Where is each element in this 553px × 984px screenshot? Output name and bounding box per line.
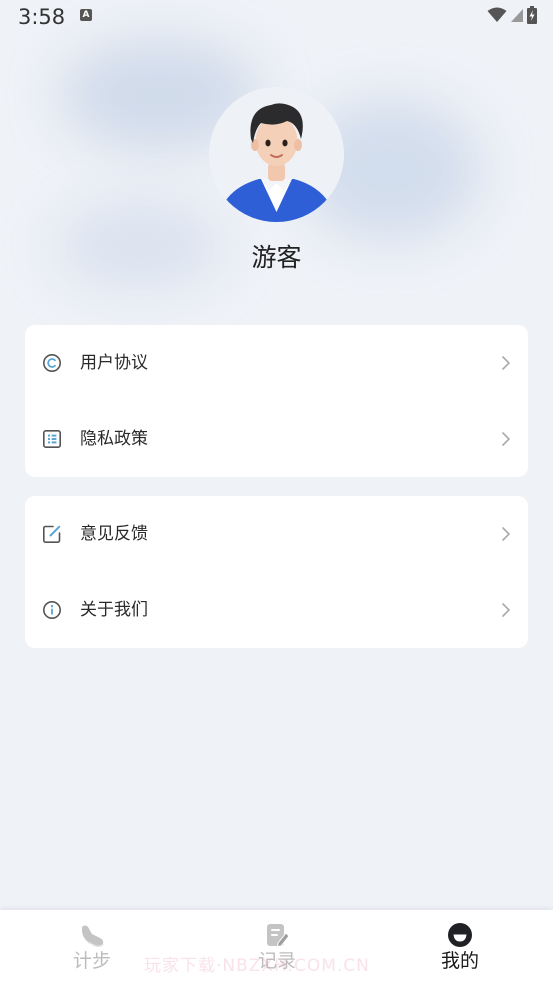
- chevron-right-icon: [502, 432, 510, 446]
- chevron-right-icon: [502, 356, 510, 370]
- menu-card-support: 意见反馈 关于我们: [25, 496, 528, 648]
- signal-icon: [511, 9, 523, 22]
- smiley-face-icon: [448, 923, 472, 947]
- menu-item-label: 隐私政策: [80, 429, 148, 449]
- menu-card-agreements: 用户协议 隐私政策: [25, 325, 528, 477]
- battery-charging-icon: [527, 6, 537, 24]
- menu-item-feedback[interactable]: 意见反馈: [25, 496, 528, 572]
- notification-badge: A: [80, 9, 92, 21]
- bottom-tab-bar: 计步 记录 我的: [0, 910, 553, 984]
- menu-item-label: 关于我们: [80, 600, 148, 620]
- menu-item-about-us[interactable]: 关于我们: [25, 572, 528, 648]
- chevron-right-icon: [502, 527, 510, 541]
- status-time: 3:58: [18, 5, 66, 29]
- tab-mine[interactable]: 我的: [400, 910, 520, 984]
- tab-label: 我的: [440, 950, 479, 972]
- list-document-icon: [42, 429, 61, 448]
- tab-label: 计步: [72, 950, 111, 972]
- tab-steps[interactable]: 计步: [32, 910, 152, 984]
- person-avatar-icon: [209, 87, 344, 222]
- menu-item-label: 意见反馈: [80, 524, 148, 544]
- chevron-right-icon: [502, 603, 510, 617]
- menu-item-user-agreement[interactable]: 用户协议: [25, 325, 528, 401]
- info-icon: [43, 601, 61, 619]
- status-bar: 3:58 A: [0, 0, 553, 34]
- tab-records[interactable]: 记录: [217, 910, 337, 984]
- menu-item-privacy-policy[interactable]: 隐私政策: [25, 401, 528, 477]
- note-edit-icon: [267, 924, 290, 948]
- avatar[interactable]: [209, 87, 344, 222]
- edit-square-icon: [43, 525, 61, 543]
- sneaker-icon: [82, 925, 104, 947]
- status-icons: [487, 6, 537, 24]
- username: 游客: [251, 243, 302, 272]
- wifi-icon: [487, 7, 507, 22]
- copyright-icon: [43, 354, 61, 372]
- tab-label: 记录: [257, 950, 296, 972]
- menu-item-label: 用户协议: [80, 353, 148, 373]
